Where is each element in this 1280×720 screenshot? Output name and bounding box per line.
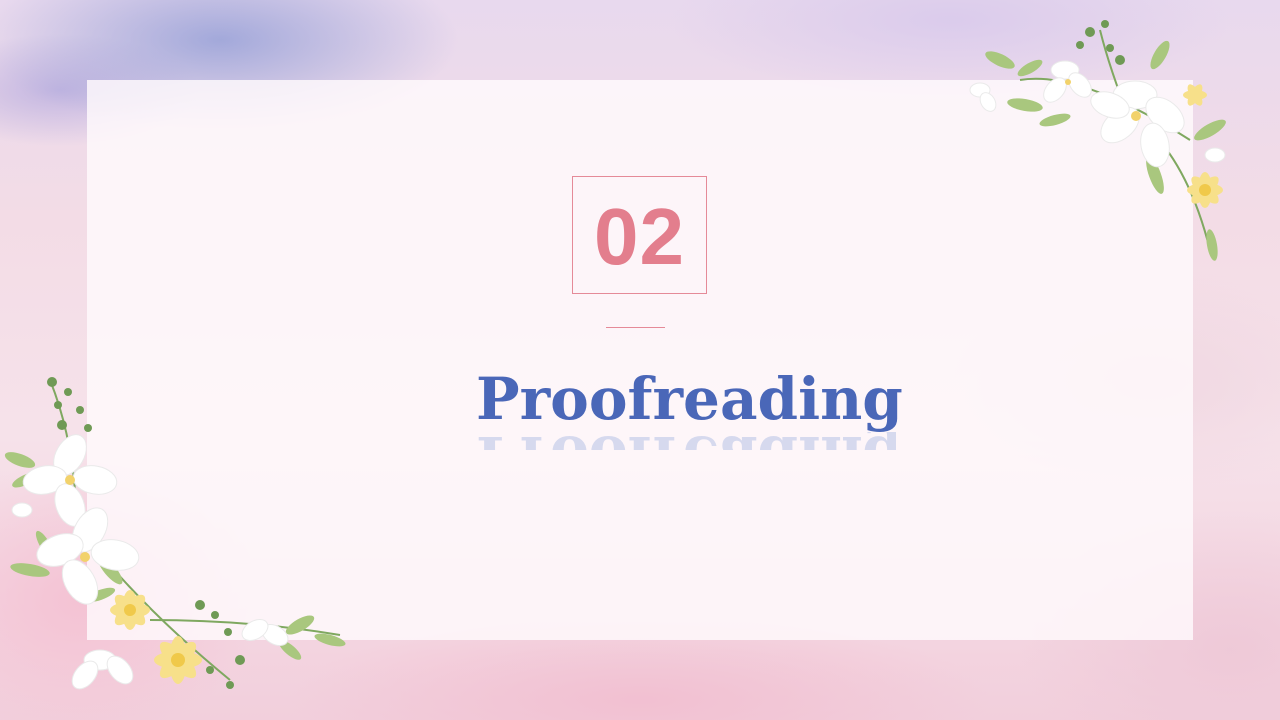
section-number-box: 02 xyxy=(572,176,707,294)
divider-line xyxy=(606,327,665,328)
section-title-reflection: Proofreading xyxy=(476,432,896,450)
section-title: Proofreading xyxy=(476,365,903,433)
floral-corner-icon xyxy=(4,377,346,690)
floral-corner-icon xyxy=(969,20,1226,261)
section-number: 02 xyxy=(594,192,685,281)
